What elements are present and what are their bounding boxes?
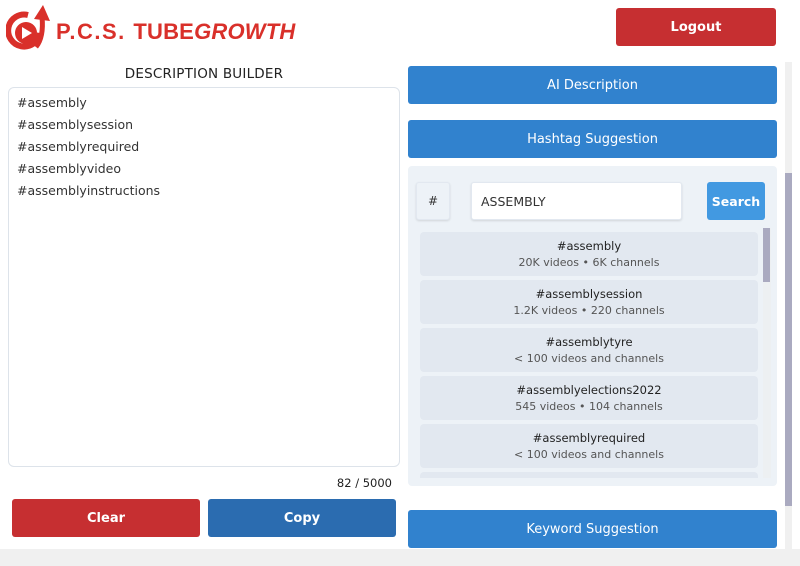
- results-scrollbar-thumb[interactable]: [763, 228, 770, 282]
- hashtag-result-stats: 1.2K videos • 220 channels: [513, 304, 665, 317]
- hashtag-result-stats: 545 videos • 104 channels: [515, 400, 663, 413]
- clear-button[interactable]: Clear: [12, 499, 200, 537]
- hash-prefix-addon: #: [416, 182, 450, 220]
- hashtag-result-item-partial[interactable]: [420, 472, 758, 478]
- hashtag-result-stats: < 100 videos and channels: [514, 352, 664, 365]
- hashtag-result-stats: < 100 videos and channels: [514, 448, 664, 461]
- hashtag-result-item[interactable]: #assemblyelections2022 545 videos • 104 …: [420, 376, 758, 420]
- hashtag-result-item[interactable]: #assemblytyre < 100 videos and channels: [420, 328, 758, 372]
- hashtag-result-item[interactable]: #assemblyrequired < 100 videos and chann…: [420, 424, 758, 468]
- keyword-suggestion-button[interactable]: Keyword Suggestion: [408, 510, 777, 548]
- logout-button[interactable]: Logout: [616, 8, 776, 46]
- hashtag-result-tag: #assemblysession: [535, 287, 643, 301]
- hashtag-result-tag: #assemblyrequired: [532, 431, 646, 445]
- hashtag-result-tag: #assemblyelections2022: [516, 383, 662, 397]
- page: P.C.S. TUBEGROWTH Logout DESCRIPTION BUI…: [0, 0, 800, 566]
- brand-logo[interactable]: P.C.S. TUBEGROWTH: [6, 2, 295, 54]
- brand-name: P.C.S. TUBEGROWTH: [56, 19, 295, 45]
- hashtag-panel: # Search #assembly 20K videos • 6K chann…: [408, 166, 777, 486]
- play-arrow-logo-icon: [6, 5, 50, 50]
- description-textarea[interactable]: [8, 87, 400, 467]
- ai-description-button[interactable]: AI Description: [408, 66, 777, 104]
- bottom-strip: [0, 549, 800, 566]
- hashtag-result-item[interactable]: #assembly 20K videos • 6K channels: [420, 232, 758, 276]
- description-builder-title: DESCRIPTION BUILDER: [124, 66, 284, 82]
- hashtag-result-tag: #assembly: [556, 239, 622, 253]
- hashtag-suggestion-button[interactable]: Hashtag Suggestion: [408, 120, 777, 158]
- brand-prefix: P.C.S.: [56, 19, 134, 44]
- page-scrollbar-thumb[interactable]: [785, 173, 792, 506]
- copy-button[interactable]: Copy: [208, 499, 396, 537]
- brand-growth: GROWTH: [194, 19, 296, 44]
- search-button[interactable]: Search: [707, 182, 765, 220]
- hashtag-result-item[interactable]: #assemblysession 1.2K videos • 220 chann…: [420, 280, 758, 324]
- brand-tube: TUBE: [133, 19, 195, 44]
- hashtag-result-stats: 20K videos • 6K channels: [518, 256, 660, 269]
- hashtag-results-list: #assembly 20K videos • 6K channels #asse…: [420, 228, 771, 478]
- hashtag-search-input[interactable]: [471, 182, 682, 220]
- hashtag-result-tag: #assemblytyre: [545, 335, 633, 349]
- char-count: 82 / 5000: [336, 476, 392, 490]
